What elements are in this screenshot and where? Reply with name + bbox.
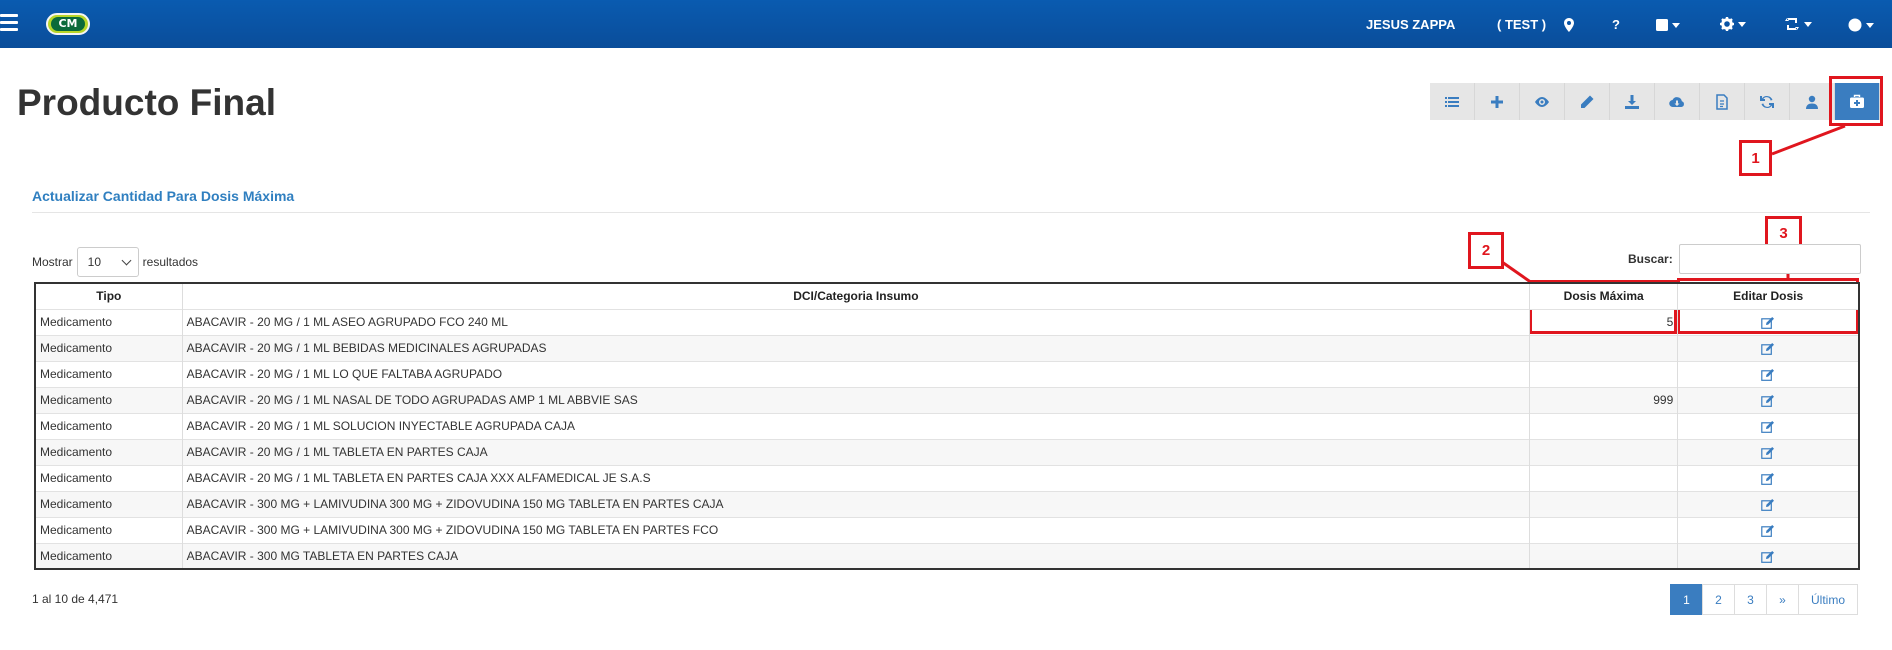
cell-tipo: Medicamento bbox=[35, 334, 183, 361]
header-tipo[interactable]: Tipo bbox=[35, 283, 183, 309]
page-1[interactable]: 1 bbox=[1670, 584, 1703, 615]
edit-icon[interactable] bbox=[1761, 524, 1775, 537]
table-header-row: Tipo DCI/Categoria Insumo Dosis Máxima E… bbox=[35, 283, 1859, 309]
header-dosis[interactable]: Dosis Máxima bbox=[1529, 283, 1679, 309]
cell-dci: ABACAVIR - 20 MG / 1 ML NASAL DE TODO AG… bbox=[182, 386, 1531, 413]
section-divider bbox=[32, 212, 1870, 213]
cell-edit bbox=[1677, 490, 1859, 517]
edit-icon[interactable] bbox=[1761, 550, 1775, 563]
table-info: 1 al 10 de 4,471 bbox=[32, 592, 119, 606]
cell-dci: ABACAVIR - 20 MG / 1 ML TABLETA EN PARTE… bbox=[182, 464, 1531, 491]
cell-edit bbox=[1677, 308, 1859, 335]
table-row: Medicamento ABACAVIR - 300 MG + LAMIVUDIN… bbox=[35, 490, 1859, 517]
edit-icon[interactable] bbox=[1761, 394, 1775, 407]
cell-edit bbox=[1677, 516, 1859, 543]
cell-tipo: Medicamento bbox=[35, 542, 183, 569]
cell-tipo: Medicamento bbox=[35, 308, 183, 335]
cell-dosis: 999 bbox=[1529, 386, 1679, 413]
show-label: Mostrar bbox=[32, 255, 73, 269]
page-last[interactable]: Último bbox=[1798, 584, 1858, 615]
cell-dci: ABACAVIR - 20 MG / 1 ML SOLUCION INYECTA… bbox=[182, 412, 1531, 439]
cell-dci: ABACAVIR - 300 MG TABLETA EN PARTES CAJA bbox=[182, 542, 1531, 569]
cell-dosis bbox=[1529, 542, 1679, 569]
header-dci[interactable]: DCI/Categoria Insumo bbox=[182, 283, 1531, 309]
edit-icon[interactable] bbox=[1761, 316, 1775, 329]
page-size-select[interactable]: 10 bbox=[76, 247, 139, 277]
results-label: resultados bbox=[142, 255, 199, 269]
cell-dosis bbox=[1529, 438, 1679, 465]
cell-edit bbox=[1677, 542, 1859, 569]
cell-dosis bbox=[1529, 412, 1679, 439]
cell-dci: ABACAVIR - 300 MG + LAMIVUDINA 300 MG + … bbox=[182, 490, 1531, 517]
cell-dci: ABACAVIR - 300 MG + LAMIVUDINA 300 MG + … bbox=[182, 516, 1531, 543]
cell-edit bbox=[1677, 386, 1859, 413]
cell-dci: ABACAVIR - 20 MG / 1 ML LO QUE FALTABA A… bbox=[182, 360, 1531, 387]
dosage-table: Tipo DCI/Categoria Insumo Dosis Máxima E… bbox=[34, 282, 1860, 570]
edit-icon[interactable] bbox=[1761, 368, 1775, 381]
table-row: Medicamento ABACAVIR - 300 MG + LAMIVUDIN… bbox=[35, 516, 1859, 543]
table-row: Medicamento ABACAVIR - 300 MG TABLETA EN … bbox=[35, 542, 1859, 569]
edit-icon[interactable] bbox=[1761, 472, 1775, 485]
table-row: Medicamento ABACAVIR - 20 MG / 1 ML TABLE… bbox=[35, 438, 1859, 465]
cell-dci: ABACAVIR - 20 MG / 1 ML BEBIDAS MEDICINA… bbox=[182, 334, 1531, 361]
pagination: 1 2 3 » Último bbox=[1670, 584, 1858, 615]
cell-edit bbox=[1677, 464, 1859, 491]
cell-tipo: Medicamento bbox=[35, 438, 183, 465]
annotation-line-2 bbox=[1501, 260, 1533, 285]
table-row: Medicamento ABACAVIR - 20 MG / 1 ML ASEO … bbox=[35, 308, 1859, 335]
table-row: Medicamento ABACAVIR - 20 MG / 1 ML SOLUC… bbox=[35, 412, 1859, 439]
edit-icon[interactable] bbox=[1761, 446, 1775, 459]
cell-tipo: Medicamento bbox=[35, 464, 183, 491]
cell-dosis bbox=[1529, 334, 1679, 361]
page-3[interactable]: 3 bbox=[1734, 584, 1767, 615]
cell-edit bbox=[1677, 334, 1859, 361]
table-row: Medicamento ABACAVIR - 20 MG / 1 ML BEBID… bbox=[35, 334, 1859, 361]
cell-dci: ABACAVIR - 20 MG / 1 ML ASEO AGRUPADO FC… bbox=[182, 308, 1531, 335]
cell-dosis bbox=[1529, 490, 1679, 517]
header-edit[interactable]: Editar Dosis bbox=[1677, 283, 1859, 309]
table-row: Medicamento ABACAVIR - 20 MG / 1 ML TABLE… bbox=[35, 464, 1859, 491]
cell-dosis bbox=[1529, 464, 1679, 491]
search-label: Buscar: bbox=[1628, 252, 1673, 266]
table-row: Medicamento ABACAVIR - 20 MG / 1 ML NASAL… bbox=[35, 386, 1859, 413]
cell-tipo: Medicamento bbox=[35, 412, 183, 439]
chevron-down-icon bbox=[121, 255, 132, 266]
cell-edit bbox=[1677, 360, 1859, 387]
page-next[interactable]: » bbox=[1766, 584, 1799, 615]
section-title: Actualizar Cantidad Para Dosis Máxima bbox=[32, 188, 295, 204]
cell-dci: ABACAVIR - 20 MG / 1 ML TABLETA EN PARTE… bbox=[182, 438, 1531, 465]
table-row: Medicamento ABACAVIR - 20 MG / 1 ML LO QU… bbox=[35, 360, 1859, 387]
edit-icon[interactable] bbox=[1761, 498, 1775, 511]
cell-dosis bbox=[1529, 360, 1679, 387]
annotation-label-2: 2 bbox=[1468, 232, 1504, 269]
edit-icon[interactable] bbox=[1761, 420, 1775, 433]
cell-dosis bbox=[1529, 516, 1679, 543]
annotation-line-1 bbox=[1771, 124, 1846, 156]
cell-edit bbox=[1677, 412, 1859, 439]
search-control: Buscar: bbox=[1628, 244, 1861, 274]
cell-tipo: Medicamento bbox=[35, 386, 183, 413]
cell-tipo: Medicamento bbox=[35, 490, 183, 517]
page-size-control: Mostrar 10 resultados bbox=[32, 247, 198, 277]
cell-tipo: Medicamento bbox=[35, 516, 183, 543]
edit-icon[interactable] bbox=[1761, 342, 1775, 355]
page-2[interactable]: 2 bbox=[1702, 584, 1735, 615]
page-size-value: 10 bbox=[87, 255, 102, 269]
cell-dosis: 5 bbox=[1529, 308, 1679, 335]
cell-tipo: Medicamento bbox=[35, 360, 183, 387]
cell-edit bbox=[1677, 438, 1859, 465]
search-input[interactable] bbox=[1678, 244, 1861, 274]
